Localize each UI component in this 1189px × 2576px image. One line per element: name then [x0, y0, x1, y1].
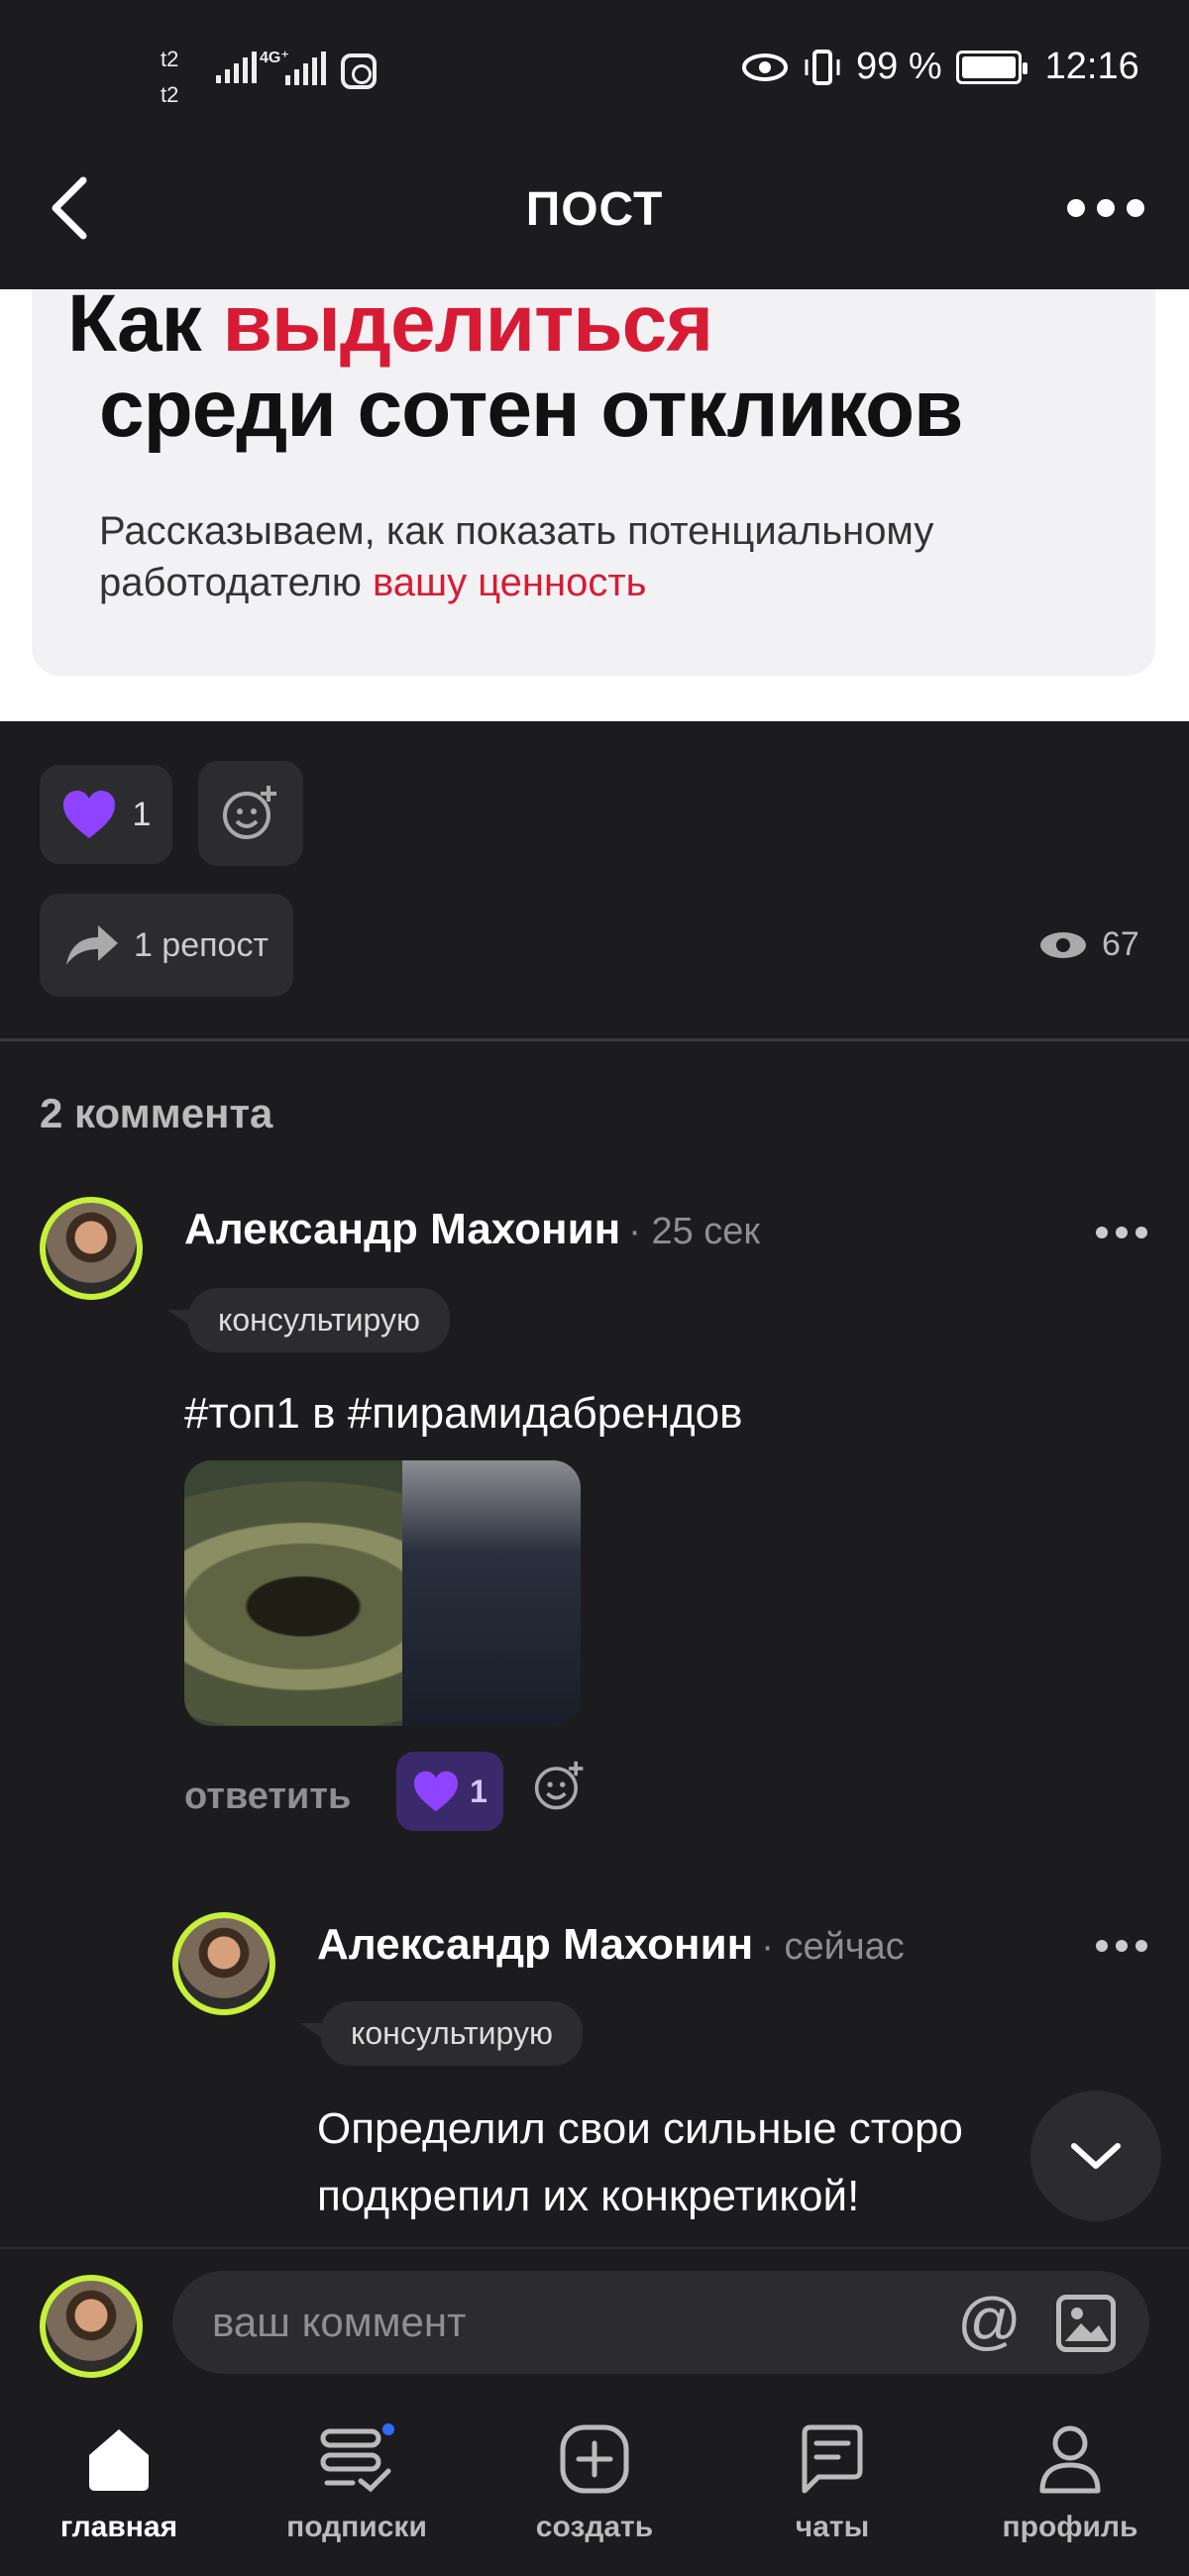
article-subtitle-line2: работодателю вашу ценность [99, 561, 647, 604]
home-icon [89, 2429, 149, 2491]
page-title: ПОСТ [525, 183, 664, 236]
reply-button[interactable]: ответить [184, 1775, 351, 1818]
article-headline-line1: Как выделиться [67, 278, 713, 369]
comment-image[interactable] [184, 1460, 581, 1726]
avatar[interactable] [172, 1912, 275, 2015]
repost-arrow-icon [65, 925, 118, 965]
nav-item-chats[interactable]: чаты [733, 2423, 931, 2544]
profile-icon [1039, 2425, 1101, 2494]
views-count: 67 [1102, 925, 1139, 963]
signal-icon-2 [285, 52, 326, 85]
nav-label: подписки [286, 2511, 427, 2543]
article-preview[interactable]: Как выделиться среди сотен откликов Расс… [0, 278, 1189, 721]
nav-label: чаты [795, 2511, 870, 2543]
subscriptions-icon [320, 2423, 394, 2493]
add-emoji-icon [223, 786, 276, 839]
repost-button[interactable]: 1 репост [40, 894, 293, 997]
scroll-down-button[interactable] [1030, 2091, 1161, 2221]
like-count: 1 [132, 795, 152, 833]
comment-time: · 25 сек [628, 1211, 761, 1252]
nav-label: создать [535, 2511, 654, 2543]
comment-more-icon[interactable] [1096, 1940, 1147, 1952]
eye-icon [742, 53, 788, 81]
views-counter: 67 [1038, 925, 1139, 964]
comment-header: Александр Махонин · сейчас [317, 1920, 905, 1970]
comment-author[interactable]: Александр Махонин [317, 1920, 753, 1970]
top-header: ПОСТ [0, 149, 1189, 289]
comment-author[interactable]: Александр Махонин [184, 1205, 620, 1254]
comment-add-reaction-button[interactable] [533, 1760, 587, 1818]
avatar[interactable] [40, 1197, 143, 1300]
purple-heart-icon [414, 1771, 459, 1812]
article-subtitle-line1: Рассказываем, как показать потенциальном… [99, 509, 934, 553]
carrier-label: t2 t2 [161, 47, 179, 107]
nav-item-subscriptions[interactable]: подписки [258, 2423, 456, 2544]
nav-item-create[interactable]: создать [495, 2423, 694, 2544]
comment-text-line2: подкрепил их конкретикой! [317, 2172, 860, 2220]
clock: 12:16 [1044, 46, 1139, 87]
views-eye-icon [1040, 931, 1086, 958]
comment-time: · сейчас [761, 1926, 905, 1968]
instagram-icon [341, 54, 377, 89]
status-badge: консультирую [321, 2001, 583, 2066]
add-reaction-button[interactable] [198, 761, 303, 866]
chevron-down-icon [1071, 2143, 1121, 2169]
status-right-group: 99 % 12:16 [741, 46, 1139, 88]
nav-label: главная [59, 2511, 178, 2543]
chat-icon [802, 2424, 863, 2494]
comment-more-icon[interactable] [1096, 1227, 1147, 1238]
repost-label: 1 репост [133, 925, 270, 964]
nav-label: профиль [1002, 2511, 1138, 2543]
status-badge: консультирую [188, 1288, 450, 1352]
add-emoji-icon [534, 1761, 584, 1810]
comment-input-placeholder[interactable]: ваш коммент [212, 2299, 466, 2346]
purple-heart-icon [62, 791, 115, 838]
battery-percent: 99 % [856, 46, 942, 87]
mention-icon[interactable]: @ [957, 2289, 1022, 2352]
signal-icon [216, 52, 257, 83]
vibrate-icon [805, 49, 840, 85]
comments-count: 2 коммента [40, 1090, 273, 1136]
nav-item-home[interactable]: главная [20, 2423, 218, 2544]
my-avatar [40, 2275, 143, 2378]
comment-text-line1: Определил свои сильные сторо [317, 2104, 963, 2153]
nav-item-profile[interactable]: профиль [971, 2423, 1169, 2544]
more-horizontal-icon[interactable] [1056, 188, 1155, 228]
comment-like-count: 1 [470, 1772, 487, 1809]
battery-icon [955, 50, 1027, 84]
plus-square-icon [560, 2424, 629, 2494]
comment-header: Александр Махонин · 25 сек [184, 1205, 760, 1254]
comment-like-button[interactable]: 1 [396, 1752, 503, 1831]
comment-text: #топ1 в #пирамидабрендов [184, 1389, 743, 1438]
image-attach-icon[interactable] [1056, 2295, 1116, 2352]
section-divider [0, 1038, 1189, 1041]
like-reaction-button[interactable]: 1 [40, 765, 172, 864]
article-headline-line2: среди сотен откликов [99, 364, 963, 454]
